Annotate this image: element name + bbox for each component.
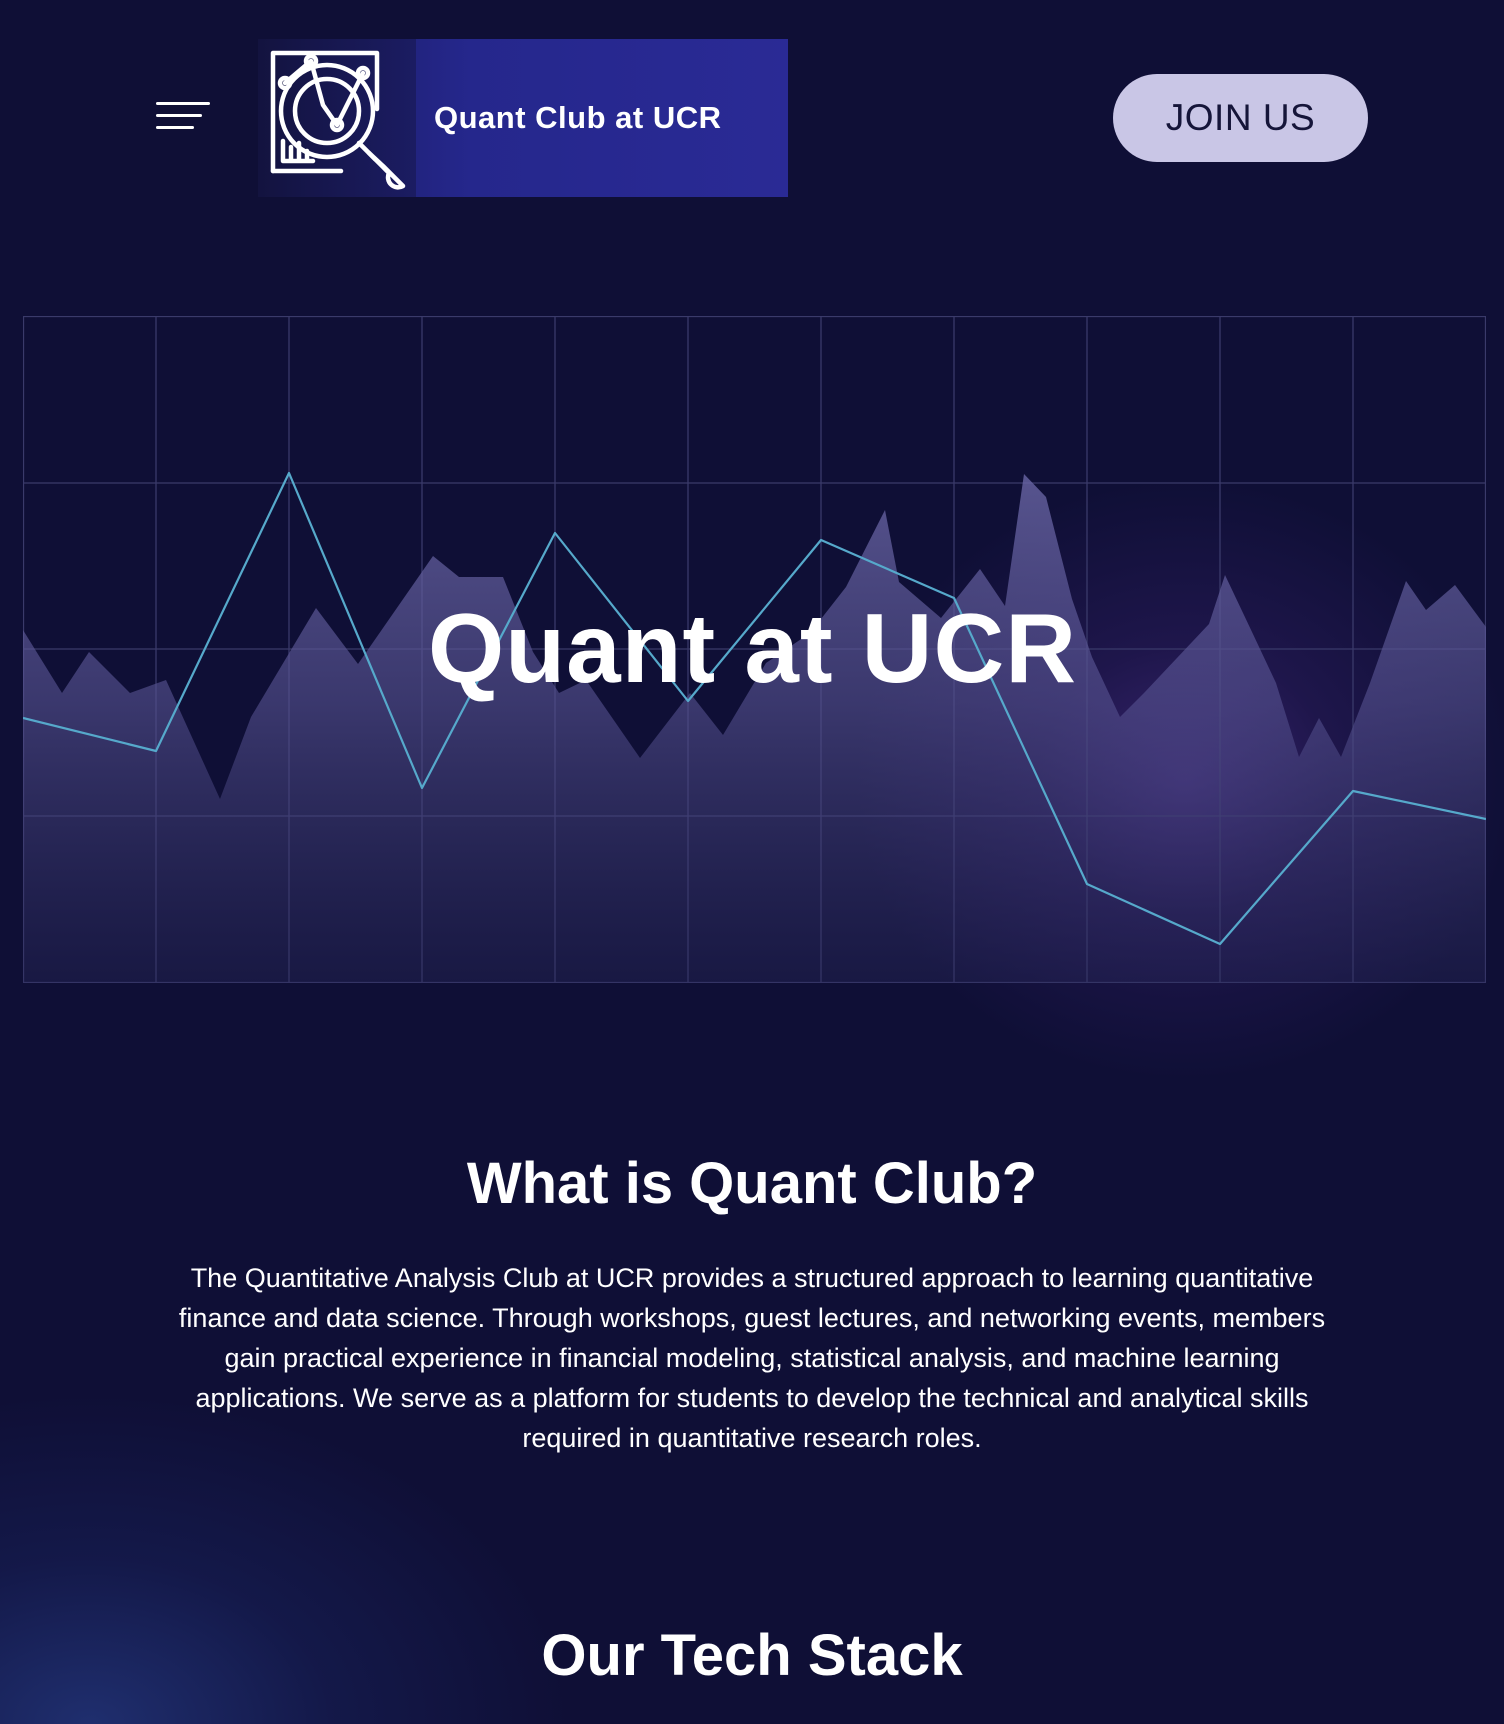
menu-line: [156, 114, 202, 117]
menu-line: [156, 126, 194, 129]
about-description: The Quantitative Analysis Club at UCR pr…: [178, 1263, 1326, 1453]
chart-magnifier-icon: [258, 39, 416, 197]
brand-name: Quant Club at UCR: [434, 100, 722, 135]
page: Quant Club at UCR JOIN US Quant at UCR W…: [0, 0, 1504, 1724]
menu-line: [156, 102, 210, 105]
about-heading: What is Quant Club?: [466, 1151, 1038, 1216]
join-us-button[interactable]: JOIN US: [1113, 74, 1368, 162]
hero-chart: Quant at UCR: [23, 316, 1486, 983]
menu-icon[interactable]: [148, 96, 216, 140]
chart-area: [23, 474, 1486, 983]
hero-title: Quant at UCR: [428, 593, 1077, 703]
tech-stack-heading: Our Tech Stack: [541, 1623, 963, 1688]
brand-home-link[interactable]: Quant Club at UCR: [258, 39, 788, 197]
